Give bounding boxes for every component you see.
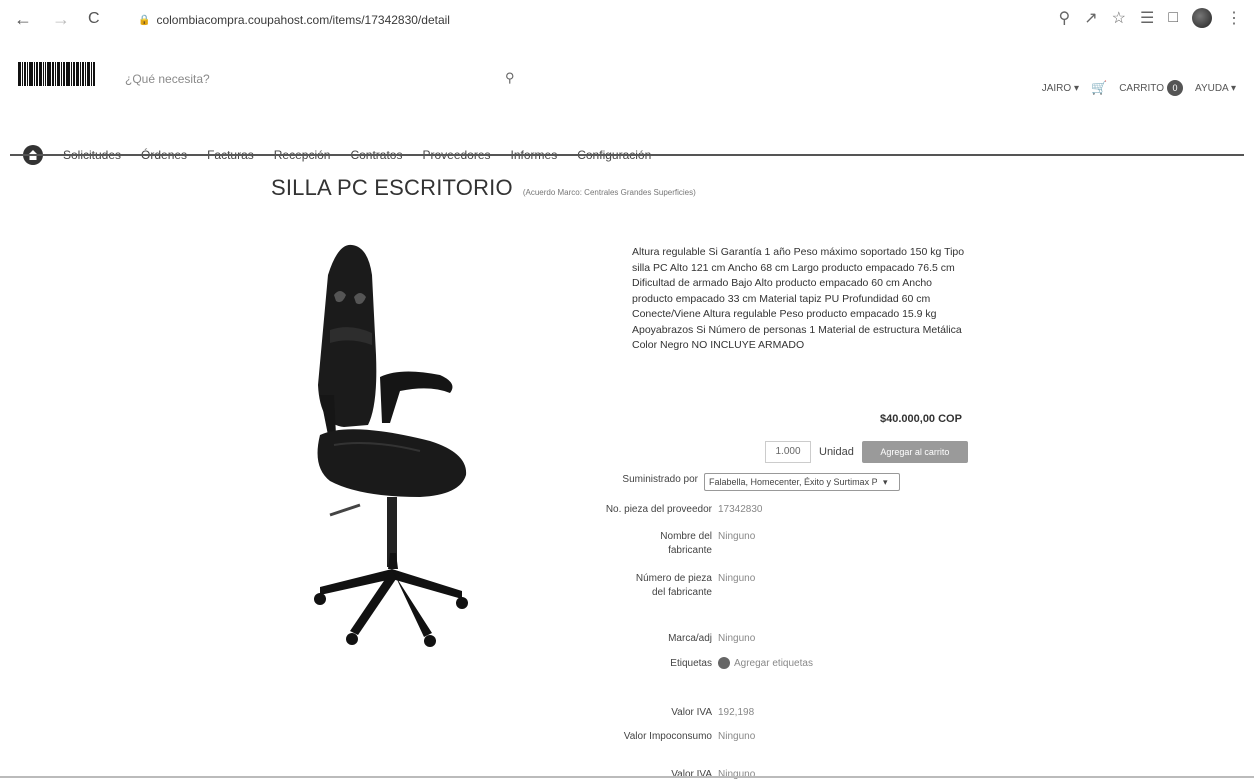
url-text: colombiacompra.coupahost.com/items/17342… — [156, 13, 450, 27]
add-tags-link[interactable]: Agregar etiquetas — [718, 657, 813, 671]
ica-value: Ninguno — [718, 769, 756, 780]
brand-label: Marca/adj — [668, 633, 712, 644]
browser-actions: ⚲ ↗ ☆ ☰ □ ⋮ — [1059, 8, 1242, 28]
cart-link[interactable]: CARRITO 0 — [1119, 80, 1184, 96]
share-icon[interactable]: ↗ — [1084, 8, 1097, 28]
profile-avatar[interactable] — [1192, 8, 1212, 28]
product-header: SILLA PC ESCRITORIO (Acuerdo Marco: Cent… — [271, 175, 696, 201]
search-bar[interactable]: ¿Qué necesita? ⚲ — [125, 70, 525, 92]
add-to-cart-button[interactable]: Agregar al carrito — [861, 441, 968, 463]
nav-divider — [10, 154, 1244, 156]
menu-kebab-icon[interactable]: ⋮ — [1226, 8, 1242, 28]
tags-row: Etiquetas Agregar etiquetas — [622, 657, 813, 671]
product-description: Altura regulable Si Garantía 1 año Peso … — [632, 246, 965, 351]
back-icon[interactable]: ← — [14, 10, 32, 28]
valor-value: Ninguno — [718, 731, 756, 742]
address-bar[interactable]: 🔒 colombiacompra.coupahost.com/items/173… — [138, 13, 450, 27]
part-number-value: 17342830 — [718, 504, 763, 515]
contract-breadcrumb[interactable]: (Acuerdo Marco: Centrales Grandes Superf… — [523, 188, 696, 197]
bookmark-star-icon[interactable]: ☆ — [1112, 8, 1126, 28]
valor-row: Valor Impoconsumo Ninguno — [622, 730, 755, 744]
unit-label: Unidad — [819, 446, 854, 458]
search-icon[interactable]: ⚲ — [505, 70, 515, 86]
window-icon[interactable]: □ — [1168, 9, 1178, 27]
manufacturer-part-value: Ninguno — [718, 573, 756, 584]
extension-icon[interactable]: ☰ — [1140, 8, 1154, 28]
part-number-label: No. pieza del proveedor — [605, 504, 712, 515]
brand-value: Ninguno — [718, 633, 756, 644]
reload-icon[interactable]: C — [88, 10, 100, 28]
site-logo[interactable] — [18, 62, 102, 92]
quantity-row: 1.000 Unidad Agregar al carrito — [765, 441, 968, 463]
manufacturer-row: Nombre del fabricante Ninguno — [622, 530, 755, 558]
ica-row: Valor IVA Ninguno — [622, 768, 755, 782]
chevron-down-icon: ▾ — [883, 477, 888, 487]
zoom-icon[interactable]: ⚲ — [1059, 8, 1071, 28]
supplier-select[interactable]: Falabella, Homecenter, Éxito y Surtimax … — [704, 473, 900, 491]
tag-icon — [718, 657, 730, 670]
user-menu[interactable]: JAIRO ▾ — [1042, 83, 1079, 94]
supplier-row: Suministrado por Falabella, Homecenter, … — [622, 473, 900, 491]
browser-toolbar: ← → C 🔒 colombiacompra.coupahost.com/ite… — [0, 0, 1254, 40]
product-image — [290, 235, 490, 655]
ica-label: Valor IVA — [671, 769, 712, 780]
manufacturer-value: Ninguno — [718, 531, 756, 542]
help-menu[interactable]: AYUDA ▾ — [1195, 83, 1236, 94]
product-price: $40.000,00 COP — [880, 413, 962, 425]
search-input[interactable]: ¿Qué necesita? — [125, 72, 210, 86]
manufacturer-part-row: Número de pieza del fabricante Ninguno — [622, 572, 755, 600]
brand-row: Marca/adj Ninguno — [622, 632, 755, 646]
part-number-row: No. pieza del proveedor 17342830 — [582, 503, 763, 517]
iva-row: Valor IVA 192,198 — [622, 706, 754, 720]
quantity-input[interactable]: 1.000 — [765, 441, 811, 463]
cart-icon[interactable]: 🛒 — [1091, 80, 1107, 96]
manufacturer-label: Nombre del fabricante — [660, 531, 712, 556]
product-title: SILLA PC ESCRITORIO — [271, 175, 513, 200]
tags-label: Etiquetas — [670, 658, 712, 669]
supplier-label: Suministrado por — [622, 474, 698, 485]
page-bottom-border — [0, 776, 1254, 778]
valor-label: Valor Impoconsumo — [623, 731, 712, 742]
cart-count-badge: 0 — [1167, 80, 1184, 96]
iva-label: Valor IVA — [671, 707, 712, 718]
forward-icon[interactable]: → — [52, 10, 70, 28]
user-area: JAIRO ▾ 🛒 CARRITO 0 AYUDA ▾ — [1042, 80, 1236, 96]
lock-icon: 🔒 — [138, 14, 151, 26]
iva-value: 192,198 — [718, 707, 755, 718]
manufacturer-part-label: Número de pieza del fabricante — [635, 573, 712, 598]
